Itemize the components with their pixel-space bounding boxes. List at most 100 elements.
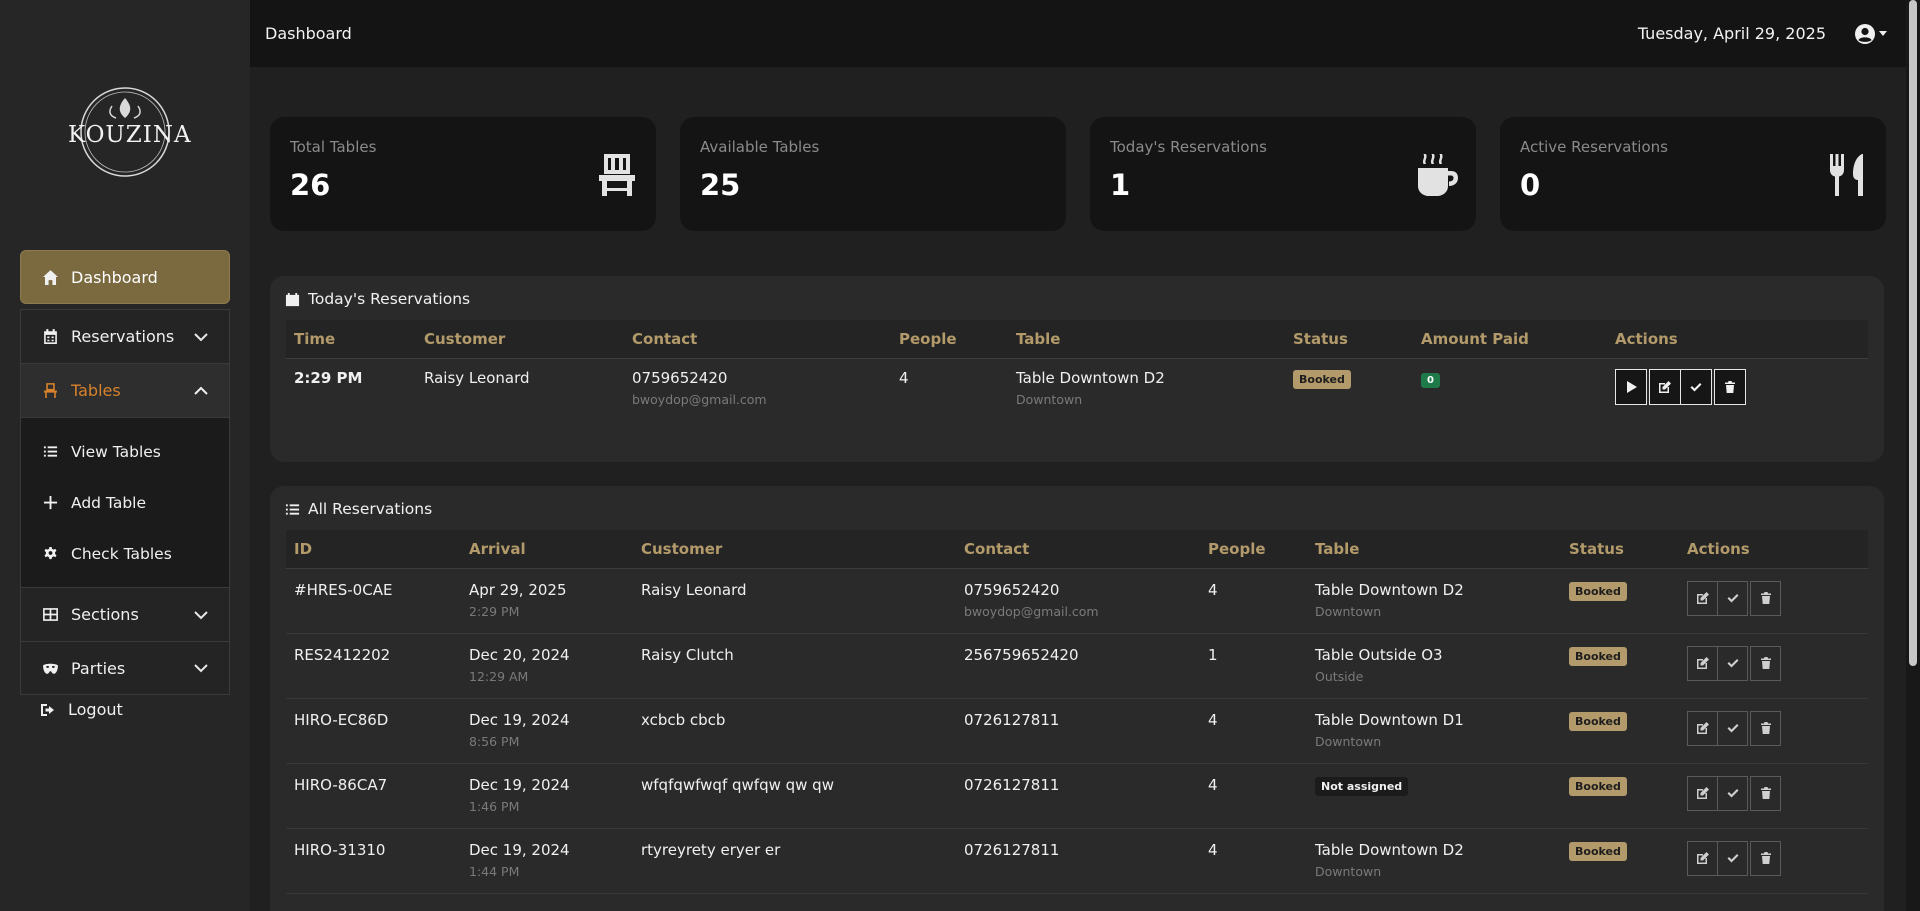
reservation-id: HIRO-86CA7	[294, 775, 388, 794]
column-header[interactable]: Customer	[633, 530, 956, 569]
table-cell: Table Downtown D2 Downtown	[1307, 568, 1561, 633]
column-header[interactable]: Contact	[956, 530, 1200, 569]
sidebar-item-dashboard[interactable]: Dashboard	[20, 250, 230, 304]
customer-name: wfqfqwfwqf qwfqw qw qw	[641, 775, 834, 794]
calendar-icon	[41, 328, 59, 346]
status-badge: Booked	[1569, 841, 1627, 861]
edit-button[interactable]	[1687, 645, 1718, 681]
table-section: Downtown	[1315, 863, 1382, 879]
column-header[interactable]: Status	[1561, 530, 1679, 569]
edit-icon	[1696, 592, 1709, 604]
trash-icon	[1725, 380, 1735, 393]
arrival-date: Dec 19, 2024	[469, 710, 570, 729]
actions-cell	[1679, 568, 1868, 633]
actions-cell	[1679, 763, 1868, 828]
edit-button[interactable]	[1687, 840, 1718, 876]
edit-icon	[1696, 787, 1709, 799]
contact-phone: 0726127811	[964, 840, 1060, 859]
delete-button[interactable]	[1750, 775, 1781, 811]
edit-button[interactable]	[1687, 710, 1718, 746]
chevron-down-icon	[193, 607, 209, 623]
table-row[interactable]: HIRO-EC86D Dec 19, 2024 8:56 PM xcbcb cb…	[286, 698, 1868, 763]
sidebar-item-add-table[interactable]: Add Table	[21, 477, 229, 528]
edit-button[interactable]	[1687, 580, 1718, 616]
start-button[interactable]	[1615, 368, 1647, 405]
column-header[interactable]: Customer	[416, 320, 624, 359]
amount-cell: 0	[1413, 358, 1607, 407]
column-header[interactable]: People	[1200, 530, 1307, 569]
column-header[interactable]: Status	[1285, 320, 1413, 359]
vertical-scrollbar[interactable]	[1906, 0, 1920, 911]
table-name: Table Downtown D2	[1315, 840, 1464, 859]
user-menu-button[interactable]	[1854, 23, 1887, 45]
not-assigned-badge: Not assigned	[1315, 776, 1409, 796]
chair-icon	[596, 152, 638, 198]
kouzina-logo[interactable]: KOUZINA	[68, 82, 191, 182]
sidebar-item-view-tables[interactable]: View Tables	[21, 426, 229, 477]
customer-name: rtyreyrety eryer er	[641, 840, 781, 859]
column-header[interactable]: Amount Paid	[1413, 320, 1607, 359]
submenu-item-label: Add Table	[71, 493, 147, 512]
confirm-button[interactable]	[1717, 775, 1748, 811]
column-header[interactable]: Contact	[624, 320, 891, 359]
sidebar: KOUZINA Dashboard Reservations Tables Vi…	[0, 0, 250, 911]
arrival-time: 1:44 PM	[469, 863, 520, 879]
column-header[interactable]: Table	[1307, 530, 1561, 569]
column-header[interactable]: Time	[286, 320, 416, 359]
sidebar-item-reservations[interactable]: Reservations	[20, 309, 230, 363]
sidebar-item-check-tables[interactable]: Check Tables	[21, 528, 229, 579]
table-cell: Not assigned	[1307, 763, 1561, 828]
table-cell: Table Downtown D2 Downtown	[1307, 828, 1561, 893]
arrival-time: 12:29 AM	[469, 668, 529, 684]
panel-title: All Reservations	[285, 500, 1868, 518]
scrollbar-thumb[interactable]	[1909, 0, 1917, 666]
logout-button[interactable]: Logout	[40, 700, 123, 719]
trash-icon	[1760, 787, 1771, 799]
confirm-button[interactable]	[1717, 645, 1748, 681]
column-header[interactable]: ID	[286, 530, 461, 569]
contact-cell: 0759652420 bwoydop@gmail.com	[956, 568, 1200, 633]
trash-icon	[1760, 657, 1771, 669]
customer-name: xcbcb cbcb	[641, 710, 726, 729]
utensils-icon	[1826, 152, 1868, 198]
table-row[interactable]: RES2412202 Dec 20, 2024 12:29 AM Raisy C…	[286, 633, 1868, 698]
edit-button[interactable]	[1687, 775, 1718, 811]
column-header[interactable]: Arrival	[461, 530, 633, 569]
confirm-button[interactable]	[1717, 840, 1748, 876]
delete-button[interactable]	[1750, 645, 1781, 681]
contact-phone: 0759652420	[964, 580, 1060, 599]
check-icon	[1727, 789, 1738, 798]
arrival-time: 2:29 PM	[469, 603, 520, 619]
status-badge: Booked	[1569, 776, 1627, 796]
arrival-date: Dec 19, 2024	[469, 840, 570, 859]
actions-cell	[1679, 698, 1868, 763]
column-header: Actions	[1607, 320, 1868, 359]
status-cell: Booked	[1561, 568, 1679, 633]
table-row[interactable]: HIRO-31310 Dec 19, 2024 1:44 PM rtyreyre…	[286, 828, 1868, 893]
status-cell: Booked	[1561, 763, 1679, 828]
arrival-time: 1:46 PM	[469, 798, 520, 814]
table-row[interactable]: HIRO-86CA7 Dec 19, 2024 1:46 PM wfqfqwfw…	[286, 763, 1868, 828]
edit-icon	[1659, 380, 1671, 393]
delete-button[interactable]	[1750, 710, 1781, 746]
sidebar-item-label: Tables	[71, 381, 121, 400]
sidebar-item-sections[interactable]: Sections	[20, 587, 230, 641]
gear-icon	[41, 546, 59, 561]
confirm-button[interactable]	[1717, 580, 1748, 616]
column-header[interactable]: People	[891, 320, 1008, 359]
delete-button[interactable]	[1750, 840, 1781, 876]
sidebar-item-tables[interactable]: Tables	[20, 363, 230, 417]
delete-button[interactable]	[1750, 580, 1781, 616]
sidebar-item-parties[interactable]: Parties	[20, 641, 230, 695]
edit-button[interactable]	[1649, 368, 1681, 405]
sidebar-nav: Dashboard Reservations Tables View Table…	[20, 250, 230, 695]
contact-cell: 0726127811	[956, 698, 1200, 763]
confirm-button[interactable]	[1717, 710, 1748, 746]
confirm-button[interactable]	[1680, 368, 1712, 405]
table-cell: Table Downtown D2 Downtown	[1008, 358, 1285, 407]
status-cell: Booked	[1561, 828, 1679, 893]
table-row[interactable]: #HRES-0CAE Apr 29, 2025 2:29 PM Raisy Le…	[286, 568, 1868, 633]
delete-button[interactable]	[1714, 368, 1746, 405]
chevron-down-icon	[193, 660, 209, 676]
column-header[interactable]: Table	[1008, 320, 1285, 359]
